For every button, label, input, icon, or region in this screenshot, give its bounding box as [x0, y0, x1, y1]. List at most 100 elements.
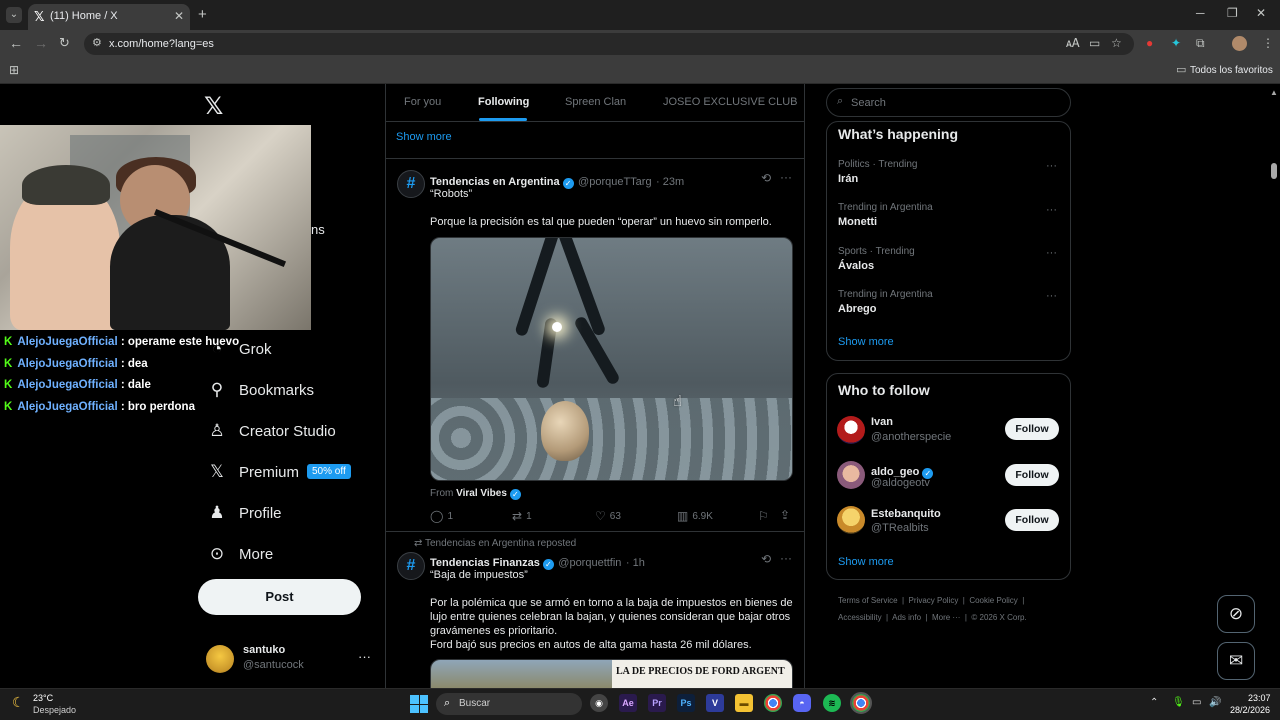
discord-icon[interactable]: ◓ — [793, 694, 811, 712]
footer-link[interactable]: Terms of Service — [838, 596, 898, 605]
tray-overflow-icon[interactable]: ⌃ — [1150, 697, 1158, 708]
trend-item[interactable]: Sports · Trending Ávalos — [838, 246, 915, 272]
account-name[interactable]: santuko — [243, 644, 285, 656]
footer-link[interactable]: Privacy Policy — [909, 596, 959, 605]
tab-for-you[interactable]: For you — [404, 96, 441, 108]
translate-icon[interactable]: 🗚 — [1066, 36, 1080, 51]
tweet-media-video[interactable] — [430, 237, 793, 481]
close-tab-icon[interactable]: ✕ — [174, 9, 184, 23]
tweet-more-icon[interactable]: ··· — [780, 551, 792, 565]
messages-floating-icon[interactable]: ✉ — [1217, 642, 1255, 680]
user-avatar[interactable] — [837, 506, 865, 534]
network-icon[interactable]: ▭ — [1192, 697, 1201, 708]
nav-item-profile[interactable]: ♟ Profile — [206, 503, 281, 523]
follow-button[interactable]: Follow — [1005, 509, 1059, 531]
tweet-more-icon[interactable]: ··· — [780, 170, 792, 184]
cast-icon[interactable]: ▭ — [1089, 36, 1100, 50]
browser-tab[interactable]: 𝕏 (11) Home / X ✕ — [28, 4, 190, 30]
repost-note[interactable]: Tendencias en Argentina reposted — [425, 538, 576, 549]
follow-show-more-link[interactable]: Show more — [838, 556, 894, 568]
show-more-link[interactable]: Show more — [396, 131, 452, 143]
post-button[interactable]: Post — [198, 579, 361, 615]
footer-link[interactable]: Cookie Policy — [969, 596, 1017, 605]
nav-item-premium[interactable]: 𝕏 Premium — [206, 462, 299, 482]
tweet-media-image[interactable]: LA DE PRECIOS DE FORD ARGENT — [430, 659, 793, 689]
chrome-active-icon[interactable] — [850, 692, 872, 714]
taskbar-search-box[interactable]: ⌕ Buscar — [436, 693, 582, 715]
moon-weather-icon[interactable]: ☾ — [12, 694, 25, 711]
restore-window-button[interactable]: ❐ — [1227, 6, 1238, 20]
chrome-menu-icon[interactable]: ⋮ — [1262, 36, 1274, 50]
tweet-avatar[interactable]: # — [397, 170, 425, 198]
extension-teal-icon[interactable]: ✦ — [1171, 36, 1181, 50]
search-input[interactable]: ⌕ Search — [826, 88, 1071, 117]
tweet-time[interactable]: · 23m — [656, 176, 684, 188]
repost-button[interactable]: ⇄ 1 — [512, 509, 532, 523]
nav-item-creator-studio[interactable]: ♙ Creator Studio — [206, 421, 335, 441]
user-avatar[interactable] — [837, 461, 865, 489]
address-bar[interactable]: ⚙ x.com/home?lang=es — [84, 33, 1134, 55]
close-window-button[interactable]: ✕ — [1256, 6, 1266, 20]
like-button[interactable]: ♡ 63 — [595, 509, 621, 523]
weather-temperature[interactable]: 23°C — [33, 693, 53, 703]
chrome-icon[interactable] — [764, 694, 782, 712]
follow-button[interactable]: Follow — [1005, 418, 1059, 440]
trends-show-more-link[interactable]: Show more — [838, 336, 894, 348]
vegas-app-icon[interactable]: V — [706, 694, 724, 712]
trend-more-icon[interactable]: ··· — [1046, 160, 1057, 172]
tab-joseo-exclusive-club[interactable]: JOSEO EXCLUSIVE CLUB — [663, 96, 798, 108]
x-logo-icon[interactable]: 𝕏 — [204, 92, 223, 121]
reload-button[interactable]: ↻ — [59, 35, 70, 51]
back-button[interactable]: ← — [9, 35, 23, 51]
footer-link[interactable]: Ads info — [892, 613, 921, 622]
share-button[interactable]: ⇪ — [780, 508, 794, 522]
tweet-author-handle[interactable]: @porqueTTarg — [578, 176, 652, 188]
forward-button[interactable]: → — [34, 35, 48, 51]
site-info-icon[interactable]: ⚙ — [92, 36, 102, 49]
obs-app-icon[interactable]: ◉ — [590, 694, 608, 712]
grok-explain-icon[interactable]: ⟲ — [761, 552, 771, 566]
account-menu-icon[interactable]: ··· — [358, 649, 371, 664]
spotify-icon[interactable]: ≋ — [823, 694, 841, 712]
trend-more-icon[interactable]: ··· — [1046, 247, 1057, 259]
profile-avatar-icon[interactable] — [1232, 36, 1247, 51]
reply-button[interactable]: ◯ 1 — [430, 509, 453, 523]
extension-red-icon[interactable]: ● — [1146, 36, 1153, 50]
suggested-user-name[interactable]: Estebanquito — [871, 508, 941, 520]
clock-time[interactable]: 23:07 — [1248, 693, 1271, 703]
tab-spreen-clan[interactable]: Spreen Clan — [565, 96, 626, 108]
trend-item[interactable]: Trending in Argentina Monetti — [838, 202, 933, 228]
tweet-author-handle[interactable]: @porquettfin — [558, 557, 621, 569]
grok-explain-icon[interactable]: ⟲ — [761, 171, 771, 185]
from-account[interactable]: Viral Vibes — [456, 488, 507, 499]
nav-item-more[interactable]: ⊙ More — [206, 544, 273, 564]
page-scrollbar-thumb[interactable] — [1271, 163, 1277, 179]
all-bookmarks-link[interactable]: Todos los favoritos — [1190, 65, 1273, 76]
grok-floating-icon[interactable]: ⊘ — [1217, 595, 1255, 633]
volume-icon[interactable]: 🔊 — [1209, 697, 1221, 708]
account-avatar[interactable] — [206, 645, 234, 673]
nav-item-bookmarks[interactable]: ⚲ Bookmarks — [206, 380, 314, 400]
new-tab-button[interactable]: + — [198, 6, 207, 23]
bookmark-tweet-button[interactable]: ⚐ — [758, 509, 773, 523]
user-avatar[interactable] — [837, 416, 865, 444]
file-explorer-icon[interactable]: ▬ — [735, 694, 753, 712]
trend-more-icon[interactable]: ··· — [1046, 290, 1057, 302]
tweet-avatar[interactable]: # — [397, 552, 425, 580]
microphone-icon[interactable]: 🎙 — [1172, 697, 1185, 708]
photoshop-icon[interactable]: Ps — [677, 694, 695, 712]
minimize-window-button[interactable]: ─ — [1196, 6, 1205, 20]
weather-description[interactable]: Despejado — [33, 705, 76, 715]
views-button[interactable]: ▥ 6.9K — [677, 509, 713, 523]
clock-date[interactable]: 28/2/2026 — [1230, 705, 1270, 715]
after-effects-icon[interactable]: Ae — [619, 694, 637, 712]
footer-link[interactable]: More ··· — [932, 613, 960, 622]
trend-item[interactable]: Trending in Argentina Abrego — [838, 289, 933, 315]
scroll-up-arrow-icon[interactable]: ▲ — [1270, 88, 1278, 97]
bookmark-star-icon[interactable]: ☆ — [1111, 36, 1122, 50]
premiere-pro-icon[interactable]: Pr — [648, 694, 666, 712]
follow-button[interactable]: Follow — [1005, 464, 1059, 486]
footer-link[interactable]: Accessibility — [838, 613, 882, 622]
apps-grid-icon[interactable]: ⊞ — [9, 63, 19, 77]
tweet-time[interactable]: · 1h — [626, 557, 645, 569]
